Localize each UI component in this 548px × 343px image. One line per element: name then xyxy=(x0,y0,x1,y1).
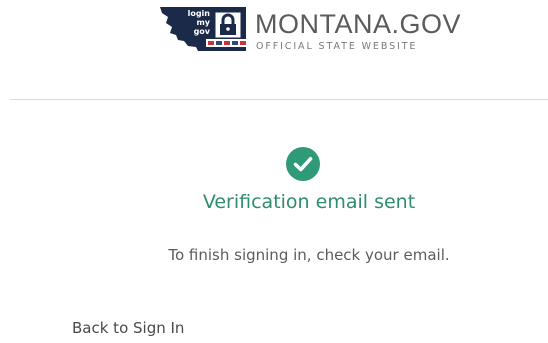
logo-flag-stripes xyxy=(208,41,246,45)
badge-line-my: my xyxy=(196,18,210,27)
badge-line-gov: gov xyxy=(193,27,210,36)
logo-subtitle: OFFICIAL STATE WEBSITE xyxy=(256,41,418,52)
verification-page: login my gov MONTANA.GOV OFFICIAL STATE … xyxy=(0,0,548,343)
back-to-sign-in-link[interactable]: Back to Sign In xyxy=(72,318,184,338)
check-circle-icon xyxy=(286,147,320,181)
status-title: Verification email sent xyxy=(202,191,416,213)
lock-icon xyxy=(214,11,242,39)
status-message: To finish signing in, check your email. xyxy=(168,246,450,264)
header-divider xyxy=(10,99,548,100)
logo-title: MONTANA.GOV xyxy=(255,9,462,39)
login-my-gov-badge: login my gov xyxy=(182,9,210,36)
montana-gov-logo[interactable]: login my gov MONTANA.GOV OFFICIAL STATE … xyxy=(158,5,462,57)
badge-line-login: login xyxy=(187,9,210,18)
